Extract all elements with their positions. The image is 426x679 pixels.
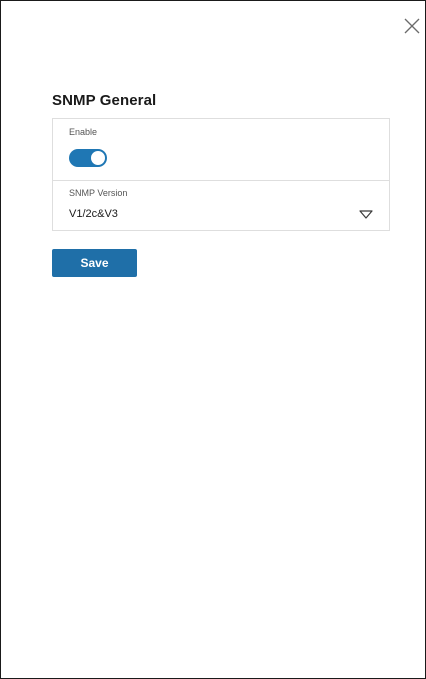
snmp-version-row: SNMP Version V1/2c&V3	[53, 181, 389, 230]
settings-panel: SNMP General Enable SNMP Version V1/2c&V…	[0, 0, 426, 679]
chevron-down-icon	[359, 210, 373, 219]
snmp-version-select[interactable]: V1/2c&V3	[53, 201, 389, 227]
close-button[interactable]	[403, 17, 421, 35]
snmp-version-label: SNMP Version	[69, 188, 128, 198]
enable-label: Enable	[69, 127, 98, 137]
section-title: SNMP General	[52, 92, 157, 109]
enable-toggle[interactable]	[69, 149, 107, 167]
save-button[interactable]: Save	[52, 249, 137, 277]
close-icon	[404, 18, 420, 34]
toggle-knob	[90, 150, 106, 166]
enable-row: Enable	[53, 119, 389, 181]
settings-card: Enable SNMP Version V1/2c&V3	[52, 118, 390, 231]
snmp-version-value: V1/2c&V3	[69, 208, 118, 220]
